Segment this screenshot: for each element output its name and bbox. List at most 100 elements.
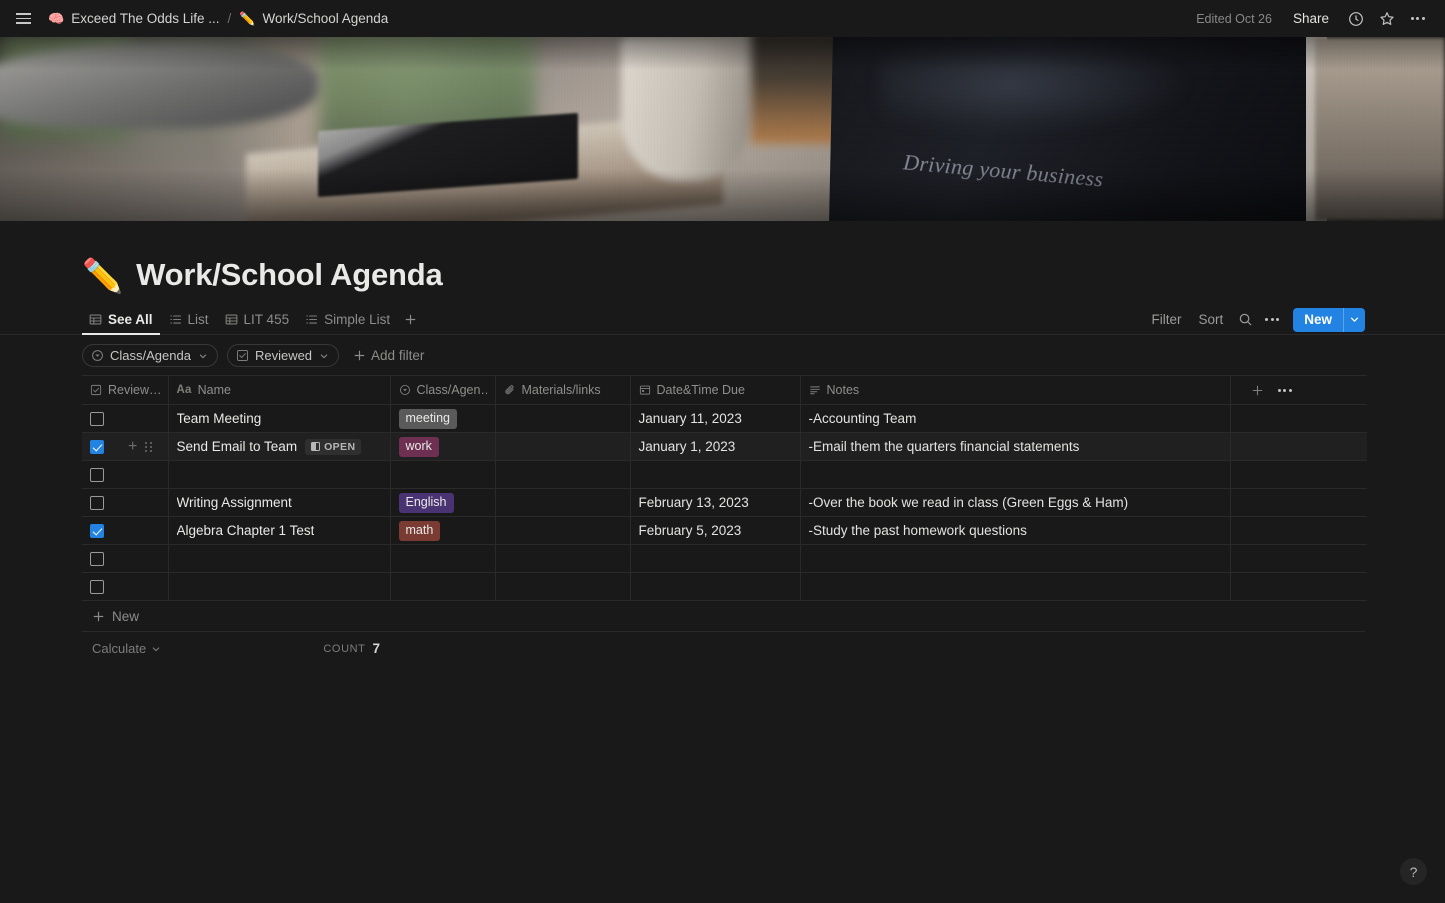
share-button[interactable]: Share [1284, 7, 1338, 30]
cell-reviewed[interactable] [82, 544, 169, 573]
cell-reviewed[interactable]: + [82, 432, 169, 461]
page-title[interactable]: Work/School Agenda [136, 257, 443, 293]
cell-class-agenda[interactable] [390, 544, 496, 573]
more-horizontal-icon[interactable] [1277, 388, 1292, 392]
cell-materials-links[interactable] [495, 488, 631, 517]
cell-class-agenda[interactable]: work [390, 432, 496, 461]
tab-simple-list[interactable]: Simple List [298, 305, 397, 334]
cell-notes[interactable] [800, 572, 1231, 601]
column-header-notes[interactable]: Notes [800, 375, 1231, 405]
breadcrumb-workspace[interactable]: 🧠 Exceed The Odds Life ... [42, 8, 226, 29]
cell-reviewed[interactable] [82, 488, 169, 517]
cell-class-agenda[interactable] [390, 572, 496, 601]
column-header-reviewed[interactable]: Review… [82, 375, 169, 405]
cell-name[interactable] [168, 572, 391, 601]
row-title-link[interactable]: Team Meeting [177, 411, 262, 426]
cell-materials-links[interactable] [495, 516, 631, 545]
cell-name[interactable]: Send Email to Team OPEN [168, 432, 391, 461]
sort-button[interactable]: Sort [1191, 309, 1230, 330]
tab-list[interactable]: List [162, 305, 216, 334]
cell-class-agenda[interactable]: English [390, 488, 496, 517]
star-icon[interactable] [1373, 5, 1400, 32]
column-header-name[interactable]: Aa Name [168, 375, 391, 405]
cell-notes[interactable]: -Accounting Team [800, 404, 1231, 433]
row-checkbox[interactable] [90, 552, 104, 567]
filter-button[interactable]: Filter [1144, 309, 1188, 330]
count-summary[interactable]: Count 7 [168, 641, 390, 656]
more-horizontal-icon[interactable] [1404, 5, 1431, 32]
breadcrumb-page[interactable]: ✏️ Work/School Agenda [233, 8, 394, 29]
column-header-class-agenda[interactable]: Class/Agen… [390, 375, 496, 405]
cell-date-due[interactable]: February 5, 2023 [630, 516, 801, 545]
cell-date-due[interactable]: January 11, 2023 [630, 404, 801, 433]
cell-name[interactable]: Team Meeting [168, 404, 391, 433]
add-filter-button[interactable]: Add filter [348, 345, 429, 366]
cell-reviewed[interactable] [82, 572, 169, 601]
cell-name[interactable] [168, 460, 391, 489]
cell-date-due[interactable]: February 13, 2023 [630, 488, 801, 517]
row-checkbox[interactable] [90, 468, 104, 483]
add-row-icon[interactable]: + [128, 438, 137, 455]
row-checkbox[interactable] [90, 524, 104, 539]
cell-notes[interactable]: -Email them the quarters financial state… [800, 432, 1231, 461]
row-checkbox[interactable] [90, 496, 104, 511]
table-row[interactable]: Writing Assignment English February 13, 20… [82, 488, 1367, 517]
cell-date-due[interactable]: January 1, 2023 [630, 432, 801, 461]
cell-materials-links[interactable] [495, 572, 631, 601]
cell-materials-links[interactable] [495, 460, 631, 489]
search-icon[interactable] [1233, 308, 1257, 332]
new-row-button[interactable]: New [82, 601, 1365, 632]
drag-handle-icon[interactable] [145, 441, 153, 452]
add-property-button[interactable] [1251, 384, 1264, 397]
cell-materials-links[interactable] [495, 432, 631, 461]
open-page-button[interactable]: OPEN [305, 438, 362, 455]
filter-chip-class-agenda[interactable]: Class/Agenda [82, 344, 218, 367]
tab-lit-455[interactable]: LIT 455 [218, 305, 297, 334]
filter-chip-reviewed[interactable]: Reviewed [226, 344, 340, 367]
row-checkbox[interactable] [90, 412, 104, 427]
cell-reviewed[interactable] [82, 460, 169, 489]
clock-icon[interactable] [1342, 5, 1369, 32]
hamburger-icon[interactable] [10, 6, 36, 32]
cell-date-due[interactable] [630, 460, 801, 489]
pencil-icon[interactable]: ✏️ [82, 259, 123, 292]
table-row[interactable] [82, 460, 1367, 489]
chevron-down-icon[interactable] [1344, 314, 1365, 325]
cover-image[interactable]: Driving your business [0, 37, 1445, 221]
row-title-link[interactable]: Writing Assignment [177, 495, 292, 510]
cell-reviewed[interactable] [82, 404, 169, 433]
table-row[interactable]: Team Meeting meeting January 11, 2023 -Acco… [82, 404, 1367, 433]
column-header-materials-links[interactable]: Materials/links [495, 375, 631, 405]
cell-materials-links[interactable] [495, 404, 631, 433]
table-row[interactable]: Algebra Chapter 1 Test math February 5, 20… [82, 516, 1367, 545]
cell-notes[interactable] [800, 460, 1231, 489]
cell-class-agenda[interactable]: meeting [390, 404, 496, 433]
calculate-button[interactable]: Calculate [82, 641, 168, 656]
help-button[interactable]: ? [1400, 858, 1427, 885]
cell-date-due[interactable] [630, 572, 801, 601]
cell-notes[interactable]: -Over the book we read in class (Green E… [800, 488, 1231, 517]
cell-reviewed[interactable] [82, 516, 169, 545]
edited-timestamp[interactable]: Edited Oct 26 [1188, 8, 1280, 30]
cell-date-due[interactable] [630, 544, 801, 573]
table-row[interactable]: + Send Email to Team OPEN work January 1, 20… [82, 432, 1367, 461]
new-button[interactable]: New [1293, 307, 1365, 332]
cell-name[interactable] [168, 544, 391, 573]
add-view-button[interactable] [399, 309, 421, 331]
table-row[interactable] [82, 544, 1367, 573]
table-row[interactable] [82, 572, 1367, 601]
cell-notes[interactable]: -Study the past homework questions [800, 516, 1231, 545]
row-checkbox[interactable] [90, 440, 104, 455]
cell-notes[interactable] [800, 544, 1231, 573]
more-horizontal-icon[interactable] [1260, 308, 1284, 332]
cell-class-agenda[interactable]: math [390, 516, 496, 545]
cell-materials-links[interactable] [495, 544, 631, 573]
row-title-link[interactable]: Algebra Chapter 1 Test [177, 523, 315, 538]
cell-class-agenda[interactable] [390, 460, 496, 489]
cell-name[interactable]: Algebra Chapter 1 Test [168, 516, 391, 545]
tab-see-all[interactable]: See All [82, 305, 160, 335]
row-title-link[interactable]: Send Email to Team [177, 439, 298, 454]
cell-name[interactable]: Writing Assignment [168, 488, 391, 517]
row-checkbox[interactable] [90, 580, 104, 595]
column-header-date-time-due[interactable]: Date&Time Due [630, 375, 801, 405]
